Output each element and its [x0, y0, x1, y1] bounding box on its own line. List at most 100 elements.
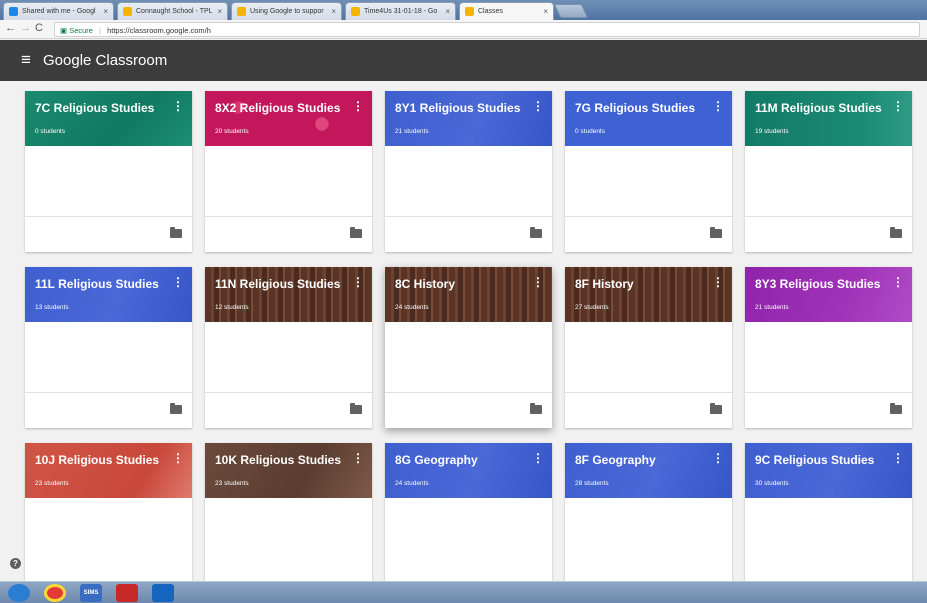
- close-tab-icon[interactable]: ×: [217, 7, 222, 16]
- browser-tab-classes[interactable]: Classes ×: [459, 2, 554, 20]
- class-card[interactable]: 9C Religious Studies 30 students ⋮: [745, 443, 912, 603]
- url-input[interactable]: ▣ Secure | https://classroom.google.com/…: [54, 22, 920, 37]
- class-title[interactable]: 8F History: [575, 277, 634, 291]
- slides-icon: [237, 7, 246, 16]
- more-options-icon[interactable]: ⋮: [352, 275, 364, 289]
- class-card[interactable]: 8F Geography 28 students ⋮: [565, 443, 732, 603]
- more-options-icon[interactable]: ⋮: [532, 451, 544, 465]
- class-card[interactable]: 8G Geography 24 students ⋮: [385, 443, 552, 603]
- back-arrow-icon[interactable]: ←: [5, 22, 16, 34]
- more-options-icon[interactable]: ⋮: [712, 99, 724, 113]
- card-banner: 8Y3 Religious Studies 21 students ⋮: [745, 267, 912, 322]
- folder-icon[interactable]: [890, 227, 902, 238]
- folder-icon[interactable]: [170, 227, 182, 238]
- more-options-icon[interactable]: ⋮: [172, 451, 184, 465]
- class-card[interactable]: 7G Religious Studies 0 students ⋮: [565, 91, 732, 252]
- card-banner: 9C Religious Studies 30 students ⋮: [745, 443, 912, 498]
- class-title[interactable]: 9C Religious Studies: [755, 453, 874, 467]
- class-card[interactable]: 11L Religious Studies 13 students ⋮: [25, 267, 192, 428]
- outlook-icon[interactable]: [152, 584, 174, 602]
- class-card[interactable]: 7C Religious Studies 0 students ⋮: [25, 91, 192, 252]
- class-card[interactable]: 8X2 Religious Studies 20 students ⋮: [205, 91, 372, 252]
- more-options-icon[interactable]: ⋮: [352, 99, 364, 113]
- folder-icon[interactable]: [710, 227, 722, 238]
- browser-tab-using-google[interactable]: Using Google to suppor ×: [231, 2, 342, 20]
- student-count: 0 students: [35, 128, 65, 135]
- folder-icon[interactable]: [710, 403, 722, 414]
- student-count: 23 students: [215, 480, 249, 487]
- help-icon[interactable]: ?: [10, 558, 21, 569]
- close-tab-icon[interactable]: ×: [445, 7, 450, 16]
- class-title[interactable]: 8Y3 Religious Studies: [755, 277, 880, 291]
- url-separator: |: [99, 26, 101, 35]
- class-card[interactable]: 11N Religious Studies 12 students ⋮: [205, 267, 372, 428]
- class-title[interactable]: 10J Religious Studies: [35, 453, 159, 467]
- more-options-icon[interactable]: ⋮: [532, 99, 544, 113]
- acrobat-icon[interactable]: [116, 584, 138, 602]
- close-tab-icon[interactable]: ×: [103, 7, 108, 16]
- close-tab-icon[interactable]: ×: [331, 7, 336, 16]
- class-title[interactable]: 8C History: [395, 277, 455, 291]
- student-count: 28 students: [575, 480, 609, 487]
- student-count: 13 students: [35, 304, 69, 311]
- more-options-icon[interactable]: ⋮: [712, 451, 724, 465]
- card-banner: 8F History 27 students ⋮: [565, 267, 732, 322]
- more-options-icon[interactable]: ⋮: [172, 275, 184, 289]
- student-count: 12 students: [215, 304, 249, 311]
- class-title[interactable]: 8G Geography: [395, 453, 478, 467]
- more-options-icon[interactable]: ⋮: [172, 99, 184, 113]
- class-card[interactable]: 10K Religious Studies 23 students ⋮: [205, 443, 372, 603]
- sims-icon[interactable]: SIMS: [80, 584, 102, 602]
- address-bar-row: ← → C ▣ Secure | https://classroom.googl…: [0, 20, 927, 39]
- browser-tab-connaught-school[interactable]: Connaught School - TPL ×: [117, 2, 228, 20]
- chrome-icon[interactable]: [44, 584, 66, 602]
- more-options-icon[interactable]: ⋮: [532, 275, 544, 289]
- class-title[interactable]: 7C Religious Studies: [35, 101, 154, 115]
- class-card[interactable]: 10J Religious Studies 23 students ⋮: [25, 443, 192, 603]
- more-options-icon[interactable]: ⋮: [712, 275, 724, 289]
- folder-icon[interactable]: [890, 403, 902, 414]
- more-options-icon[interactable]: ⋮: [892, 275, 904, 289]
- class-card[interactable]: 11M Religious Studies 19 students ⋮: [745, 91, 912, 252]
- card-footer: [565, 392, 732, 428]
- class-title[interactable]: 8X2 Religious Studies: [215, 101, 340, 115]
- secure-label: Secure: [69, 26, 93, 35]
- card-banner: 8X2 Religious Studies 20 students ⋮: [205, 91, 372, 146]
- class-title[interactable]: 8Y1 Religious Studies: [395, 101, 520, 115]
- student-count: 21 students: [755, 304, 789, 311]
- class-card[interactable]: 8Y1 Religious Studies 21 students ⋮: [385, 91, 552, 252]
- folder-icon[interactable]: [530, 403, 542, 414]
- card-footer: [25, 392, 192, 428]
- card-banner: 11L Religious Studies 13 students ⋮: [25, 267, 192, 322]
- more-options-icon[interactable]: ⋮: [892, 99, 904, 113]
- class-title[interactable]: 11N Religious Studies: [215, 277, 340, 291]
- class-title[interactable]: 8F Geography: [575, 453, 656, 467]
- forward-arrow-icon[interactable]: →: [20, 22, 31, 34]
- taskbar: SIMS: [0, 581, 927, 603]
- folder-icon[interactable]: [170, 403, 182, 414]
- reload-icon[interactable]: C: [35, 22, 43, 34]
- browser-tab-shared-with-me[interactable]: Shared with me - Googl ×: [3, 2, 114, 20]
- new-tab-button[interactable]: [553, 4, 589, 18]
- card-banner: 8F Geography 28 students ⋮: [565, 443, 732, 498]
- class-title[interactable]: 11M Religious Studies: [755, 101, 882, 115]
- card-banner: 8G Geography 24 students ⋮: [385, 443, 552, 498]
- folder-icon[interactable]: [350, 403, 362, 414]
- browser-tab-time4us[interactable]: Time4Us 31-01-18 - Go ×: [345, 2, 456, 20]
- more-options-icon[interactable]: ⋮: [352, 451, 364, 465]
- menu-icon[interactable]: ≡: [21, 50, 31, 70]
- close-tab-icon[interactable]: ×: [543, 7, 548, 16]
- class-card[interactable]: 8C History 24 students ⋮: [385, 267, 552, 428]
- student-count: 19 students: [755, 128, 789, 135]
- class-title[interactable]: 11L Religious Studies: [35, 277, 159, 291]
- slides-icon: [123, 7, 132, 16]
- class-card[interactable]: 8Y3 Religious Studies 21 students ⋮: [745, 267, 912, 428]
- app-title[interactable]: Google Classroom: [43, 52, 167, 69]
- folder-icon[interactable]: [530, 227, 542, 238]
- folder-icon[interactable]: [350, 227, 362, 238]
- more-options-icon[interactable]: ⋮: [892, 451, 904, 465]
- class-card[interactable]: 8F History 27 students ⋮: [565, 267, 732, 428]
- class-title[interactable]: 10K Religious Studies: [215, 453, 341, 467]
- class-title[interactable]: 7G Religious Studies: [575, 101, 695, 115]
- windows-start-icon[interactable]: [8, 584, 30, 602]
